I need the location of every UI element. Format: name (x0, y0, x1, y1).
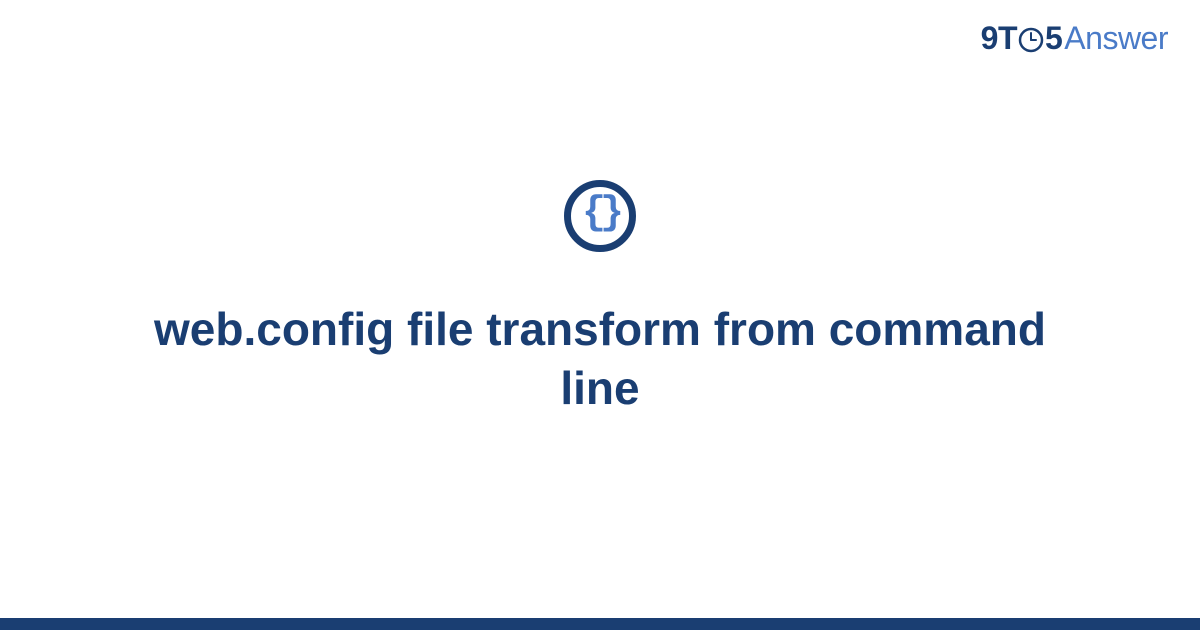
braces-glyph: {} (582, 194, 618, 234)
main-content: {} web.config file transform from comman… (0, 0, 1200, 618)
page-title: web.config file transform from command l… (150, 300, 1050, 418)
footer-bar (0, 618, 1200, 630)
code-braces-icon: {} (564, 180, 636, 252)
